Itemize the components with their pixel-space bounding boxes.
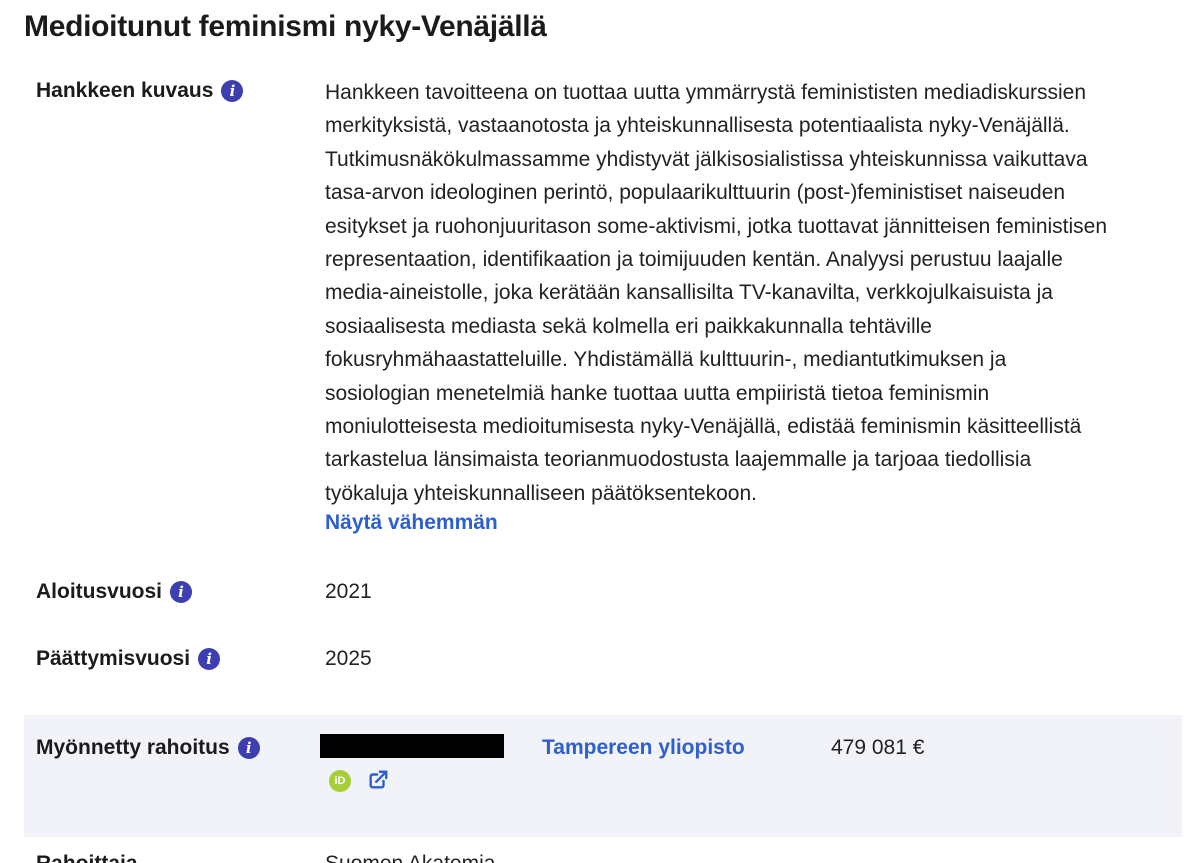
description-line: tarkastelua länsimaista teorianmuodostus… xyxy=(325,448,1032,472)
info-icon[interactable]: i xyxy=(221,80,244,102)
description-line: media-aineistolle, joka kerätään kansall… xyxy=(325,281,1053,305)
description-line: sosiologian menetelmiä hanke tuottaa uut… xyxy=(325,381,990,405)
page-title: Medioitunut feminismi nyky-Venäjällä xyxy=(24,10,547,43)
description-line: esitykset ja ruohonjuuritason some-aktiv… xyxy=(325,214,1108,238)
info-icon[interactable]: i xyxy=(170,581,193,603)
funder-label: Rahoittaja xyxy=(36,852,138,863)
orcid-icon[interactable]: iD xyxy=(329,770,351,792)
redacted-name xyxy=(320,734,504,758)
description-line: sosiaalisesta mediasta sekä kolmella eri… xyxy=(325,314,932,338)
funding-section xyxy=(24,715,1182,837)
funding-label: Myönnetty rahoitus xyxy=(36,736,230,759)
external-link-icon[interactable] xyxy=(367,769,389,791)
description-line: representaation, identifikaation ja toim… xyxy=(325,248,1063,272)
funding-amount: 479 081 € xyxy=(831,736,925,759)
organization-link[interactable]: Tampereen yliopisto xyxy=(542,736,745,760)
show-less-link[interactable]: Näytä vähemmän xyxy=(325,511,498,535)
end-year-label: Päättymisvuosi xyxy=(36,647,191,670)
start-year-value: 2021 xyxy=(325,580,372,603)
description-label-row: Hankkeen kuvaus i xyxy=(36,79,244,103)
info-icon[interactable]: i xyxy=(198,648,221,670)
description-line: moniulotteisesta medioitumisesta nyky-Ve… xyxy=(325,415,1082,439)
description-line: tasa-arvon ideologinen perintö, populaar… xyxy=(325,181,1066,205)
description-text: Hankkeen tavoitteena on tuottaa uutta ym… xyxy=(325,76,1185,510)
end-year-value: 2025 xyxy=(325,647,372,670)
description-label: Hankkeen kuvaus xyxy=(36,79,214,102)
end-year-label-row: Päättymisvuosi i xyxy=(36,647,221,671)
description-line: Tutkimusnäkökulmassamme yhdistyvät jälki… xyxy=(325,147,1088,171)
start-year-label-row: Aloitusvuosi i xyxy=(36,580,193,604)
description-line: merkityksistä, vastaanotosta ja yhteisku… xyxy=(325,114,1070,138)
funder-value: Suomen Akatemia xyxy=(325,852,495,863)
funding-label-row: Myönnetty rahoitus i xyxy=(36,736,260,760)
start-year-label: Aloitusvuosi xyxy=(36,580,163,603)
info-icon[interactable]: i xyxy=(237,737,260,759)
description-line: fokusryhmähaastatteluille. Yhdistämällä … xyxy=(325,348,1007,372)
description-line: Hankkeen tavoitteena on tuottaa uutta ym… xyxy=(325,81,1087,104)
description-line: työkaluja yhteiskunnalliseen päätöksente… xyxy=(325,481,757,505)
